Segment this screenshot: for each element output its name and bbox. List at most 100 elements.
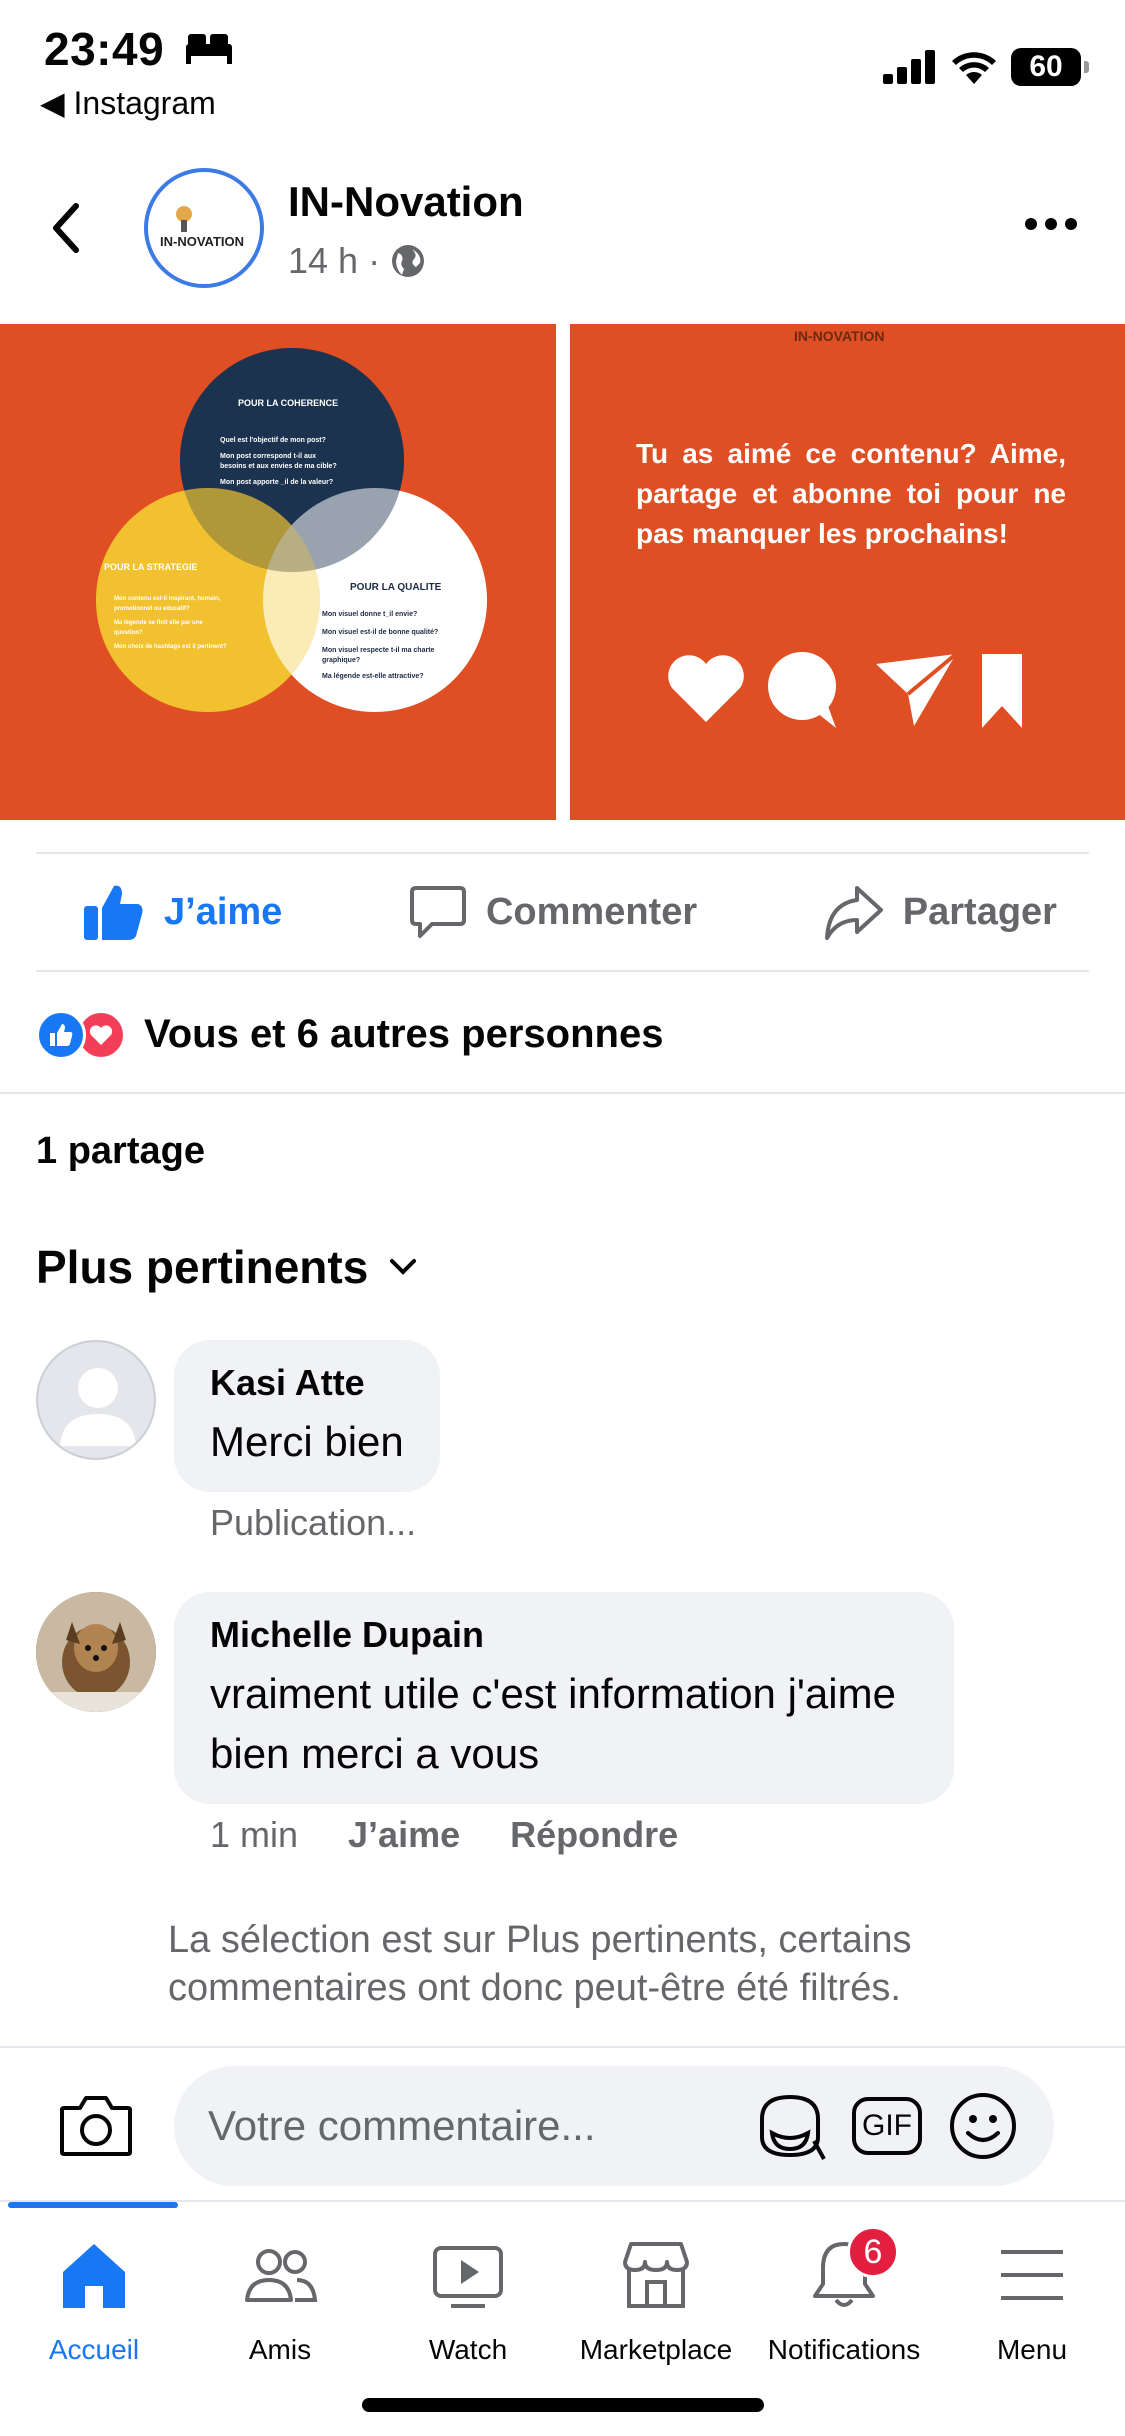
comment-reply-link[interactable]: Répondre	[510, 1814, 678, 1856]
back-app-label: Instagram	[73, 85, 216, 121]
venn-left-line-1: Mon contenu est-il inspirant, humain,	[114, 596, 221, 602]
meta-separator: ·	[368, 240, 381, 281]
post-image-cta[interactable]: IN-NOVATION Tu as aimé ce contenu? Aime,…	[570, 324, 1125, 820]
cta-text: Tu as aimé ce contenu? Aime, partage et …	[636, 438, 1066, 549]
tab-friends[interactable]: Amis	[186, 2234, 374, 2366]
comment-author[interactable]: Michelle Dupain	[210, 1614, 918, 1656]
venn-left-line-4: question?	[114, 630, 143, 636]
cellular-signal-icon	[883, 50, 935, 84]
shares-count[interactable]: 1 partage	[36, 1130, 205, 1173]
comment-composer: Votre commentaire... GIF	[0, 2046, 1125, 2200]
active-tab-indicator	[8, 2202, 178, 2208]
commenter-avatar[interactable]	[36, 1592, 156, 1712]
emoji-icon[interactable]	[946, 2089, 1020, 2163]
tab-menu[interactable]: Menu	[938, 2234, 1125, 2366]
reactions-text: Vous et 6 autres personnes	[144, 1011, 664, 1056]
cta-icons	[668, 652, 1022, 728]
comment-label: Commenter	[485, 890, 698, 933]
comment-meta: Publication...	[210, 1502, 416, 1544]
tab-watch[interactable]: Watch	[374, 2234, 562, 2366]
venn-top-line-1: Quel est l'objectif de mon post?	[220, 437, 326, 444]
battery-indicator: 60	[1011, 48, 1089, 86]
sort-label: Plus pertinents	[36, 1241, 369, 1293]
venn-left-label: POUR LA STRATEGIE	[104, 562, 198, 572]
post-actions-bar: J’aime Commenter Partager	[36, 852, 1089, 972]
reaction-icons	[36, 1008, 130, 1060]
chevron-down-icon	[390, 1259, 417, 1275]
camera-icon[interactable]	[58, 2092, 134, 2158]
divider	[0, 1092, 1125, 1094]
home-indicator[interactable]	[362, 2398, 764, 2412]
menu-icon	[1001, 2250, 1063, 2300]
venn-left-line-3: Ma légende se finit elle par une	[114, 620, 203, 626]
innovation-logo: IN-NOVATION	[160, 206, 244, 249]
default-avatar[interactable]	[36, 1340, 156, 1460]
share-button[interactable]: Partager	[823, 882, 1057, 942]
comment-button[interactable]: Commenter	[408, 882, 697, 942]
venn-diagram: POUR LA COHERENCE Quel est l'objectif de…	[96, 348, 487, 712]
tab-marketplace[interactable]: Marketplace	[562, 2234, 750, 2366]
venn-top-label: POUR LA COHERENCE	[238, 398, 338, 408]
tab-label: Notifications	[767, 2334, 921, 2365]
tab-label: Watch	[428, 2334, 508, 2365]
post-image-venn[interactable]: POUR LA COHERENCE Quel est l'objectif de…	[0, 324, 556, 820]
venn-top-line-3: besoins et aux envies de ma cible?	[220, 463, 337, 470]
person-silhouette-icon	[60, 1368, 136, 1446]
comment-item: Kasi Atte Merci bien Publication...	[36, 1340, 1086, 1543]
venn-left-line-2: promotionnel ou educatif?	[114, 606, 190, 612]
bell-icon-wrap: 6	[803, 2226, 899, 2316]
marketplace-icon	[623, 2242, 689, 2308]
comment-sort-dropdown[interactable]: Plus pertinents	[36, 1240, 418, 1294]
tab-label: Marketplace	[579, 2334, 733, 2365]
heart-icon	[668, 655, 744, 722]
notification-badge: 6	[847, 2226, 899, 2278]
gif-button[interactable]: GIF	[850, 2089, 924, 2163]
comment-status: Publication...	[210, 1502, 417, 1543]
globe-icon	[392, 245, 425, 277]
sleep-focus-icon	[186, 34, 232, 64]
comment-text: Merci bien	[210, 1418, 404, 1465]
svg-text:IN-NOVATION: IN-NOVATION	[160, 234, 244, 249]
venn-right-line-3: Mon visuel respecte t-il ma charte	[322, 647, 435, 654]
post-time[interactable]: 14 h	[288, 240, 358, 282]
comment-input[interactable]: Votre commentaire... GIF	[174, 2066, 1054, 2186]
home-icon	[63, 2244, 125, 2308]
comment-icon	[409, 886, 466, 938]
back-to-app-link[interactable]: ◀ Instagram	[40, 84, 216, 122]
like-label: J’aime	[164, 890, 283, 933]
share-label: Partager	[902, 890, 1057, 933]
tab-label: Accueil	[48, 2334, 140, 2365]
like-button[interactable]: J’aime	[82, 882, 282, 942]
filter-note: La sélection est sur Plus pertinents, ce…	[168, 1919, 912, 2009]
bookmark-icon	[982, 654, 1022, 728]
venn-right-line-2: Mon visuel est-il de bonne qualité?	[322, 629, 438, 636]
comment-bubble: Michelle Dupain vraiment utile c'est inf…	[174, 1592, 954, 1804]
watch-icon	[433, 2246, 503, 2308]
reactions-summary[interactable]: Vous et 6 autres personnes	[36, 1004, 663, 1064]
comment-like-link[interactable]: J’aime	[348, 1814, 460, 1856]
tab-notifications[interactable]: 6 Notifications	[750, 2226, 938, 2366]
like-reaction-icon	[36, 1010, 86, 1060]
friends-icon	[245, 2249, 318, 2302]
post-meta: 14 h ·	[288, 240, 426, 282]
venn-right-label: POUR LA QUALITE	[350, 582, 442, 593]
comment-meta: 1 min J’aime Répondre	[210, 1814, 678, 1856]
comment-input-placeholder: Votre commentaire...	[208, 2102, 596, 2149]
tab-label: Amis	[248, 2334, 312, 2365]
post-media: POUR LA COHERENCE Quel est l'objectif de…	[0, 324, 1125, 820]
comment-text: vraiment utile c'est information j'aime …	[210, 1670, 896, 1777]
venn-right-line-1: Mon visuel donne t_il envie?	[322, 611, 417, 618]
dog-photo	[36, 1592, 156, 1712]
avatar-sticker-icon[interactable]	[754, 2089, 828, 2163]
back-arrow-icon[interactable]	[44, 198, 88, 258]
venn-right-line-5: Ma légende est-elle attractive?	[322, 673, 424, 680]
page-name[interactable]: IN-Novation	[288, 178, 524, 226]
page-avatar[interactable]: IN-NOVATION	[144, 168, 264, 288]
tab-home[interactable]: Accueil	[0, 2234, 188, 2366]
comment-author[interactable]: Kasi Atte	[210, 1362, 404, 1404]
tab-label: Menu	[996, 2334, 1068, 2365]
venn-left-line-5: Mon choix de hashtags est il pertinent?	[114, 644, 227, 650]
venn-top-line-4: Mon post apporte _il de la valeur?	[220, 479, 333, 486]
more-options-icon[interactable]	[1025, 214, 1077, 234]
gif-label: GIF	[852, 2097, 922, 2155]
